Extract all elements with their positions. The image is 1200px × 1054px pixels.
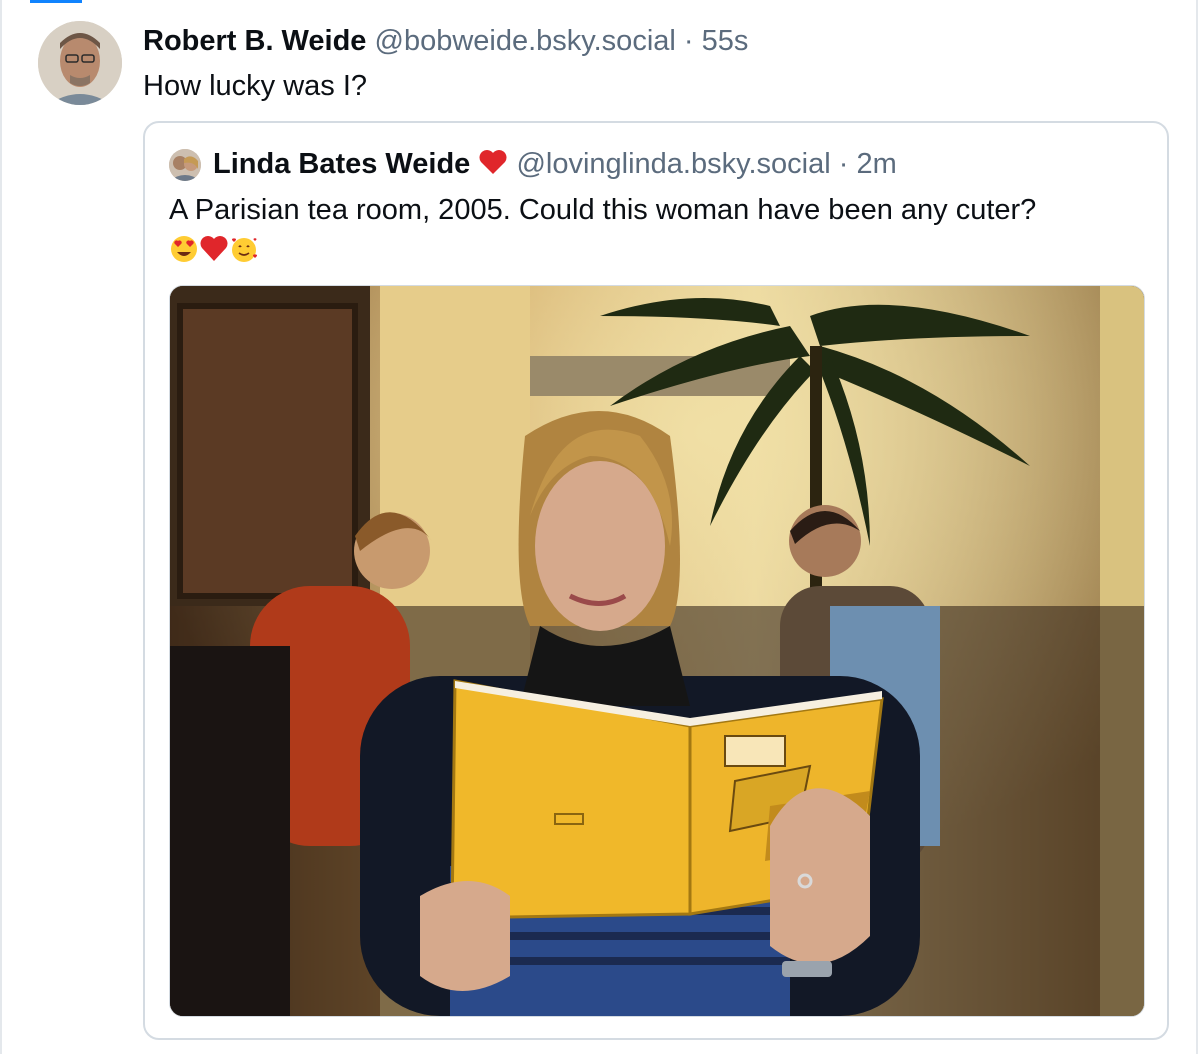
heart-eyes-emoji-icon (171, 236, 197, 262)
quoted-separator-dot: · (838, 148, 849, 180)
author-name[interactable]: Robert B. Weide (143, 25, 366, 57)
quoted-post-timestamp[interactable]: 2m (856, 148, 896, 180)
quoted-post-emojis (169, 234, 259, 264)
quoted-author-avatar[interactable] (169, 149, 201, 181)
focus-indicator (30, 0, 82, 3)
quoted-author-name[interactable]: Linda Bates Weide (213, 148, 470, 180)
quoted-post-header: Linda Bates Weide @lovinglinda.bsky.soci… (213, 145, 897, 186)
post-text: How lucky was I? (143, 70, 368, 102)
tea-room-photo (170, 286, 1144, 1016)
smiling-face-with-hearts-emoji-icon (231, 238, 258, 262)
author-handle[interactable]: @bobweide.bsky.social (375, 25, 676, 57)
heart-icon (478, 148, 508, 186)
separator-dot: · (683, 25, 694, 57)
quoted-post-card[interactable]: Linda Bates Weide @lovinglinda.bsky.soci… (143, 121, 1169, 1040)
author-avatar-image (38, 21, 122, 105)
quoted-post-image[interactable] (169, 285, 1145, 1017)
quoted-author-handle[interactable]: @lovinglinda.bsky.social (516, 148, 830, 180)
author-avatar[interactable] (38, 21, 122, 105)
quoted-post-text: A Parisian tea room, 2005. Could this wo… (169, 194, 1037, 226)
red-heart-emoji-icon (200, 236, 228, 261)
quoted-author-avatar-image (169, 149, 201, 181)
post-header: Robert B. Weide @bobweide.bsky.social · … (143, 22, 748, 60)
post-timestamp[interactable]: 55s (702, 25, 749, 57)
